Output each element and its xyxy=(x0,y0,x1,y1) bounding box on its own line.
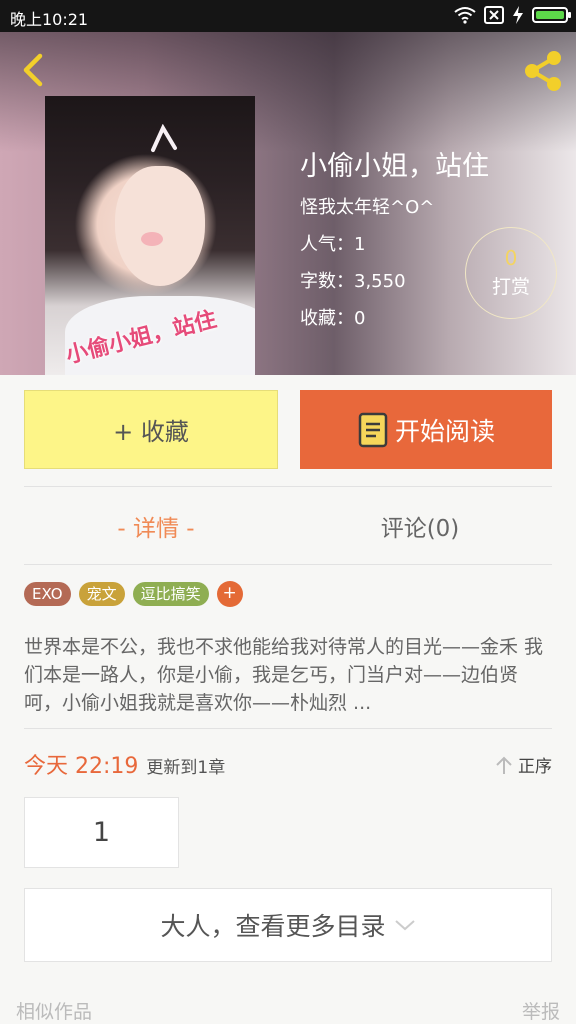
wifi-icon xyxy=(454,7,476,24)
arrow-up-icon xyxy=(496,756,512,774)
status-icons xyxy=(454,6,571,24)
book-word-count: 字数：3,550 xyxy=(300,271,406,292)
charging-icon xyxy=(513,6,523,24)
sort-order-button[interactable]: 正序 xyxy=(494,752,552,777)
book-info: 小偷小姐，站住 怪我太年轻^O^ 人气：1 字数：3,550 收藏：0 xyxy=(300,144,489,341)
update-time: 今天 22:19 xyxy=(24,754,139,779)
tag-list: EXO 宠文 逗比搞笑 + xyxy=(24,581,243,607)
book-icon xyxy=(358,412,388,447)
divider xyxy=(24,728,552,729)
more-catalog-button[interactable]: 大人，查看更多目录 xyxy=(24,888,552,962)
similar-works-heading: 相似作品 xyxy=(16,1001,93,1023)
status-time: 晚上10:21 xyxy=(10,10,89,29)
report-link[interactable]: 举报 xyxy=(522,997,560,1024)
book-popularity: 人气：1 xyxy=(300,234,366,255)
book-title: 小偷小姐，站住 xyxy=(300,151,489,182)
no-sim-icon xyxy=(484,6,504,24)
tag-exo[interactable]: EXO xyxy=(24,582,71,606)
cat-ear-doodle xyxy=(151,124,177,152)
chevron-down-icon xyxy=(394,920,415,931)
share-icon[interactable] xyxy=(520,48,566,94)
sort-order-label: 正序 xyxy=(518,757,552,777)
book-cover-image[interactable]: 小偷小姐，站住 xyxy=(45,96,255,375)
tag-comedy[interactable]: 逗比搞笑 xyxy=(132,582,209,606)
status-bar: 晚上10:21 xyxy=(0,0,576,32)
battery-icon xyxy=(532,7,571,23)
book-author[interactable]: 怪我太年轻^O^ xyxy=(300,193,489,219)
divider xyxy=(24,564,552,565)
tab-details[interactable]: - 详情 - xyxy=(24,488,288,564)
tag-sweet-romance[interactable]: 宠文 xyxy=(78,582,125,606)
update-text: 更新到1章 xyxy=(146,758,226,778)
add-favorite-label: + 收藏 xyxy=(113,418,189,446)
divider xyxy=(24,486,552,487)
tab-comments[interactable]: 评论(0) xyxy=(288,488,552,564)
add-favorite-button[interactable]: + 收藏 xyxy=(24,390,278,469)
tip-count: 0 xyxy=(504,246,518,270)
more-catalog-label: 大人，查看更多目录 xyxy=(160,912,386,941)
tip-label: 打赏 xyxy=(491,276,530,298)
back-chevron-left-icon[interactable] xyxy=(16,52,52,88)
detail-tabs: - 详情 - 评论(0) xyxy=(24,488,552,564)
start-reading-button[interactable]: 开始阅读 xyxy=(300,390,552,469)
book-header: 小偷小姐，站住 小偷小姐，站住 怪我太年轻^O^ 人气：1 字数：3,550 收… xyxy=(0,32,576,375)
update-info: 今天 22:19 更新到1章 xyxy=(24,748,225,780)
add-tag-button[interactable]: + xyxy=(216,581,243,607)
book-description[interactable]: 世界本是不公，我也不求他能给我对待常人的目光——金禾 我们本是一路人，你是小偷，… xyxy=(24,633,552,717)
chapter-item[interactable]: 1 xyxy=(24,797,179,868)
book-favorites: 收藏：0 xyxy=(300,308,366,329)
start-reading-label: 开始阅读 xyxy=(394,416,495,446)
tip-button[interactable]: 0 打赏 xyxy=(465,227,557,319)
